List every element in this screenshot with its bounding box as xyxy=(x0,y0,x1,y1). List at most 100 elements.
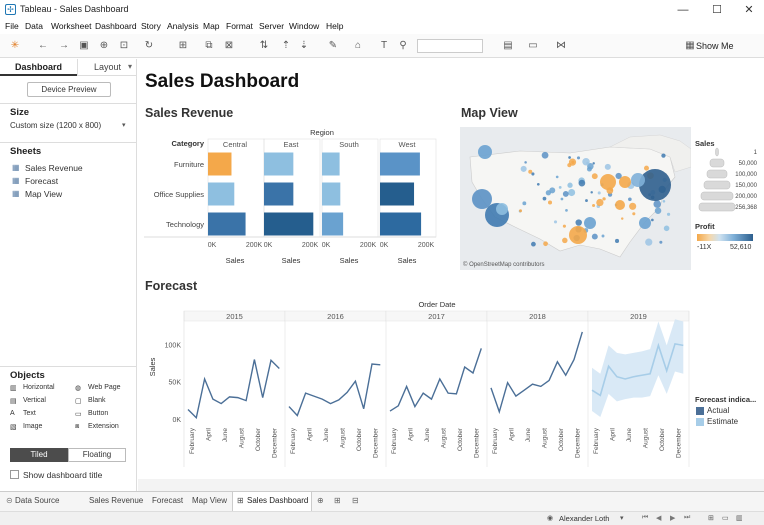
map-point xyxy=(562,237,568,244)
show-title-checkbox[interactable] xyxy=(10,470,19,479)
chevron-down-icon[interactable]: ▾ xyxy=(122,121,126,129)
map-view[interactable]: © OpenStreetMap contributors xyxy=(460,127,691,270)
prev-sheet-icon[interactable]: ◀ xyxy=(656,514,661,522)
labels-icon[interactable]: T xyxy=(378,40,390,52)
last-sheet-icon[interactable]: ⏭ xyxy=(684,514,690,522)
tab-data-source[interactable]: Data Source xyxy=(15,496,59,505)
sort-asc-icon[interactable]: ⇡ xyxy=(280,40,292,52)
map-attribution: © OpenStreetMap contributors xyxy=(463,261,544,268)
sheet-item-map-view[interactable]: Map View xyxy=(25,189,62,199)
menu-dashboard[interactable]: Dashboard xyxy=(95,21,137,31)
sheet-sorter-icon[interactable]: ⊞ xyxy=(708,514,714,522)
tiled-toggle[interactable]: Tiled xyxy=(10,448,68,462)
forward-icon[interactable]: → xyxy=(58,40,70,52)
save-icon[interactable]: ▣ xyxy=(78,40,90,52)
new-data-source-icon[interactable]: ⊕ xyxy=(98,40,110,52)
user-name[interactable]: Alexander Loth xyxy=(559,514,609,523)
next-sheet-icon[interactable]: ▶ xyxy=(670,514,675,522)
menu-file[interactable]: File xyxy=(5,21,19,31)
highlight-icon[interactable]: ✎ xyxy=(327,40,339,52)
show-me-icon[interactable]: ▦ xyxy=(684,40,696,52)
map-point xyxy=(592,203,596,207)
maximize-button[interactable]: ☐ xyxy=(706,2,728,18)
sort-desc-icon[interactable]: ⇣ xyxy=(298,40,310,52)
size-legend-label: 256,368 xyxy=(735,205,757,211)
refresh-icon[interactable]: ↻ xyxy=(143,40,155,52)
x-axis-label: Sales xyxy=(226,256,245,265)
filmstrip-icon[interactable]: ▭ xyxy=(722,514,729,522)
tab-map-view[interactable]: Map View xyxy=(192,496,227,505)
forecast-chart[interactable]: Order Date Sales 2015 February April June Au… xyxy=(138,297,694,477)
tick-label: 0K xyxy=(322,242,331,249)
tab-sales-revenue[interactable]: Sales Revenue xyxy=(89,496,143,505)
chevron-down-icon[interactable]: ▾ xyxy=(620,514,624,522)
menu-data[interactable]: Data xyxy=(25,21,43,31)
map-point xyxy=(653,200,661,208)
size-heading: Size xyxy=(10,107,30,118)
size-dropdown[interactable]: Custom size (1200 x 800) xyxy=(10,121,101,130)
map-point xyxy=(639,217,651,229)
menu-worksheet[interactable]: Worksheet xyxy=(51,21,91,31)
back-icon[interactable]: ← xyxy=(37,40,49,52)
pause-updates-icon[interactable]: ⊡ xyxy=(118,40,130,52)
presentation-icon[interactable]: ▭ xyxy=(527,40,539,52)
map-point xyxy=(661,153,666,158)
object-button[interactable]: Button xyxy=(88,410,108,417)
map-point xyxy=(578,179,586,187)
object-image[interactable]: Image xyxy=(23,423,42,430)
show-me-button[interactable]: Show Me xyxy=(696,41,734,51)
floating-toggle[interactable]: Floating xyxy=(68,448,126,462)
extension-icon: ⧈ xyxy=(75,423,80,430)
month-tick-label: December xyxy=(373,427,380,458)
tab-dashboard[interactable]: Dashboard xyxy=(0,59,77,76)
new-worksheet-icon[interactable]: ⊞ xyxy=(177,40,189,52)
tick-label: 200K xyxy=(418,242,435,249)
object-web-page[interactable]: Web Page xyxy=(88,384,121,391)
window-title: Tableau - Sales Dashboard xyxy=(20,4,129,14)
menu-format[interactable]: Format xyxy=(226,21,253,31)
object-horizontal[interactable]: Horizontal xyxy=(23,384,55,391)
object-text[interactable]: Text xyxy=(23,410,36,417)
map-point xyxy=(531,172,535,176)
map-point xyxy=(590,191,593,194)
share-icon[interactable]: ⋈ xyxy=(555,40,567,52)
fit-dropdown[interactable] xyxy=(417,39,483,53)
tableau-logo-icon[interactable]: ✳ xyxy=(9,40,21,52)
object-blank[interactable]: Blank xyxy=(88,397,106,404)
sheet-item-forecast[interactable]: Forecast xyxy=(25,176,58,186)
map-point xyxy=(666,212,671,216)
menu-analysis[interactable]: Analysis xyxy=(167,21,199,31)
y-tick-label: 0K xyxy=(172,417,181,424)
new-worksheet-tab-icon[interactable]: ⊕ xyxy=(317,496,324,505)
object-vertical[interactable]: Vertical xyxy=(23,397,46,404)
year-label: 2015 xyxy=(226,312,243,321)
menu-help[interactable]: Help xyxy=(326,21,343,31)
sales-revenue-chart[interactable]: Region Category Central0K 200KSalesEast0K… xyxy=(138,123,443,271)
close-button[interactable]: ✕ xyxy=(738,2,760,18)
month-tick-label: April xyxy=(509,427,516,441)
horizontal-icon: ▥ xyxy=(10,385,17,392)
menu-server[interactable]: Server xyxy=(259,21,284,31)
pin-icon[interactable]: ⚲ xyxy=(397,40,409,52)
first-sheet-icon[interactable]: ⏮ xyxy=(642,514,648,522)
group-icon[interactable]: ⌂ xyxy=(352,40,364,52)
tab-forecast[interactable]: Forecast xyxy=(152,496,183,505)
device-preview-button[interactable]: Device Preview xyxy=(27,82,111,97)
duplicate-icon[interactable]: ⧉ xyxy=(203,40,215,52)
new-dashboard-tab-icon[interactable]: ⊞ xyxy=(334,496,341,505)
menu-window[interactable]: Window xyxy=(289,21,319,31)
month-tick-label: April xyxy=(408,427,415,441)
pane-menu-icon[interactable]: ▾ xyxy=(128,62,132,71)
menu-story[interactable]: Story xyxy=(141,21,161,31)
map-point xyxy=(645,238,653,246)
menu-map[interactable]: Map xyxy=(203,21,220,31)
object-extension[interactable]: Extension xyxy=(88,423,119,430)
sheet-item-sales-revenue[interactable]: Sales Revenue xyxy=(25,163,83,173)
minimize-button[interactable]: — xyxy=(672,2,694,18)
clear-sheet-icon[interactable]: ⊠ xyxy=(223,40,235,52)
tabs-icon[interactable]: ▥ xyxy=(736,514,743,522)
tab-sales-dashboard[interactable]: ⊞ Sales Dashboard xyxy=(232,492,312,511)
show-cards-icon[interactable]: ▤ xyxy=(502,40,514,52)
new-story-tab-icon[interactable]: ⊟ xyxy=(352,496,359,505)
swap-icon[interactable]: ⇅ xyxy=(258,40,270,52)
